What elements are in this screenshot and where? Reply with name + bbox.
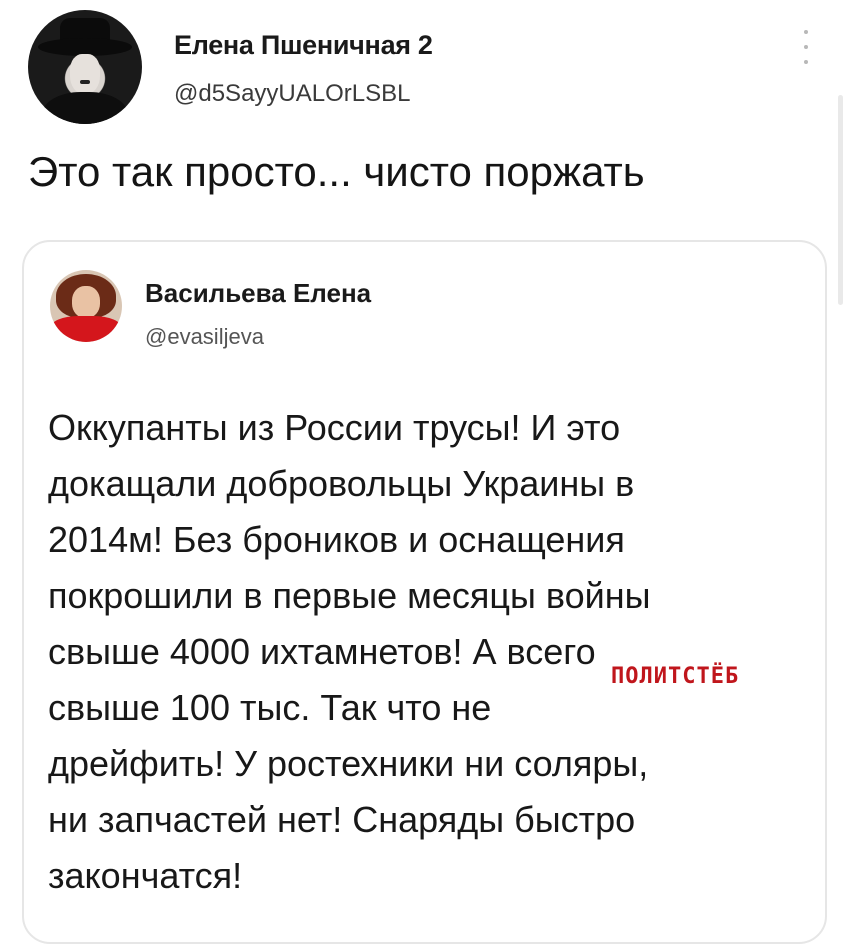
quoted-author-handle[interactable]: @evasiljeva — [145, 324, 264, 350]
quoted-text-line: покрошили в первые месяцы войны — [48, 575, 651, 616]
quoted-text-line: 2014м! Без броников и оснащения — [48, 519, 625, 560]
avatar-face — [70, 54, 100, 94]
author-handle[interactable]: @d5SayyUALOrLSBL — [174, 80, 410, 108]
avatar-face — [72, 286, 100, 318]
watermark: ПОЛИТСТЁБ — [611, 664, 740, 689]
quoted-text-line: Оккупанты из России трусы! И это — [48, 407, 621, 448]
quoted-tweet-text: Оккупанты из России трусы! И это докащал… — [48, 400, 808, 904]
avatar-lips — [80, 80, 90, 84]
avatar-shirt — [50, 316, 122, 342]
quoted-text-line: ни запчастей нет! Снаряды быстро — [48, 799, 636, 840]
quoted-author-avatar[interactable] — [50, 270, 122, 342]
quoted-text-line: закончатся! — [48, 855, 243, 896]
quoted-text-line: докащали добровольцы Украины в — [48, 463, 635, 504]
tweet-text: Это так просто... чисто поржать — [28, 148, 645, 195]
scrollbar-thumb[interactable] — [838, 95, 843, 305]
more-vertical-icon[interactable] — [800, 30, 812, 64]
quoted-author-name[interactable]: Васильева Елена — [145, 278, 371, 309]
quoted-text-line: дрейфить! У ростехники ни соляры, — [48, 743, 649, 784]
author-name[interactable]: Елена Пшеничная 2 — [174, 30, 433, 61]
avatar-body — [42, 92, 128, 124]
author-avatar[interactable] — [28, 10, 142, 124]
